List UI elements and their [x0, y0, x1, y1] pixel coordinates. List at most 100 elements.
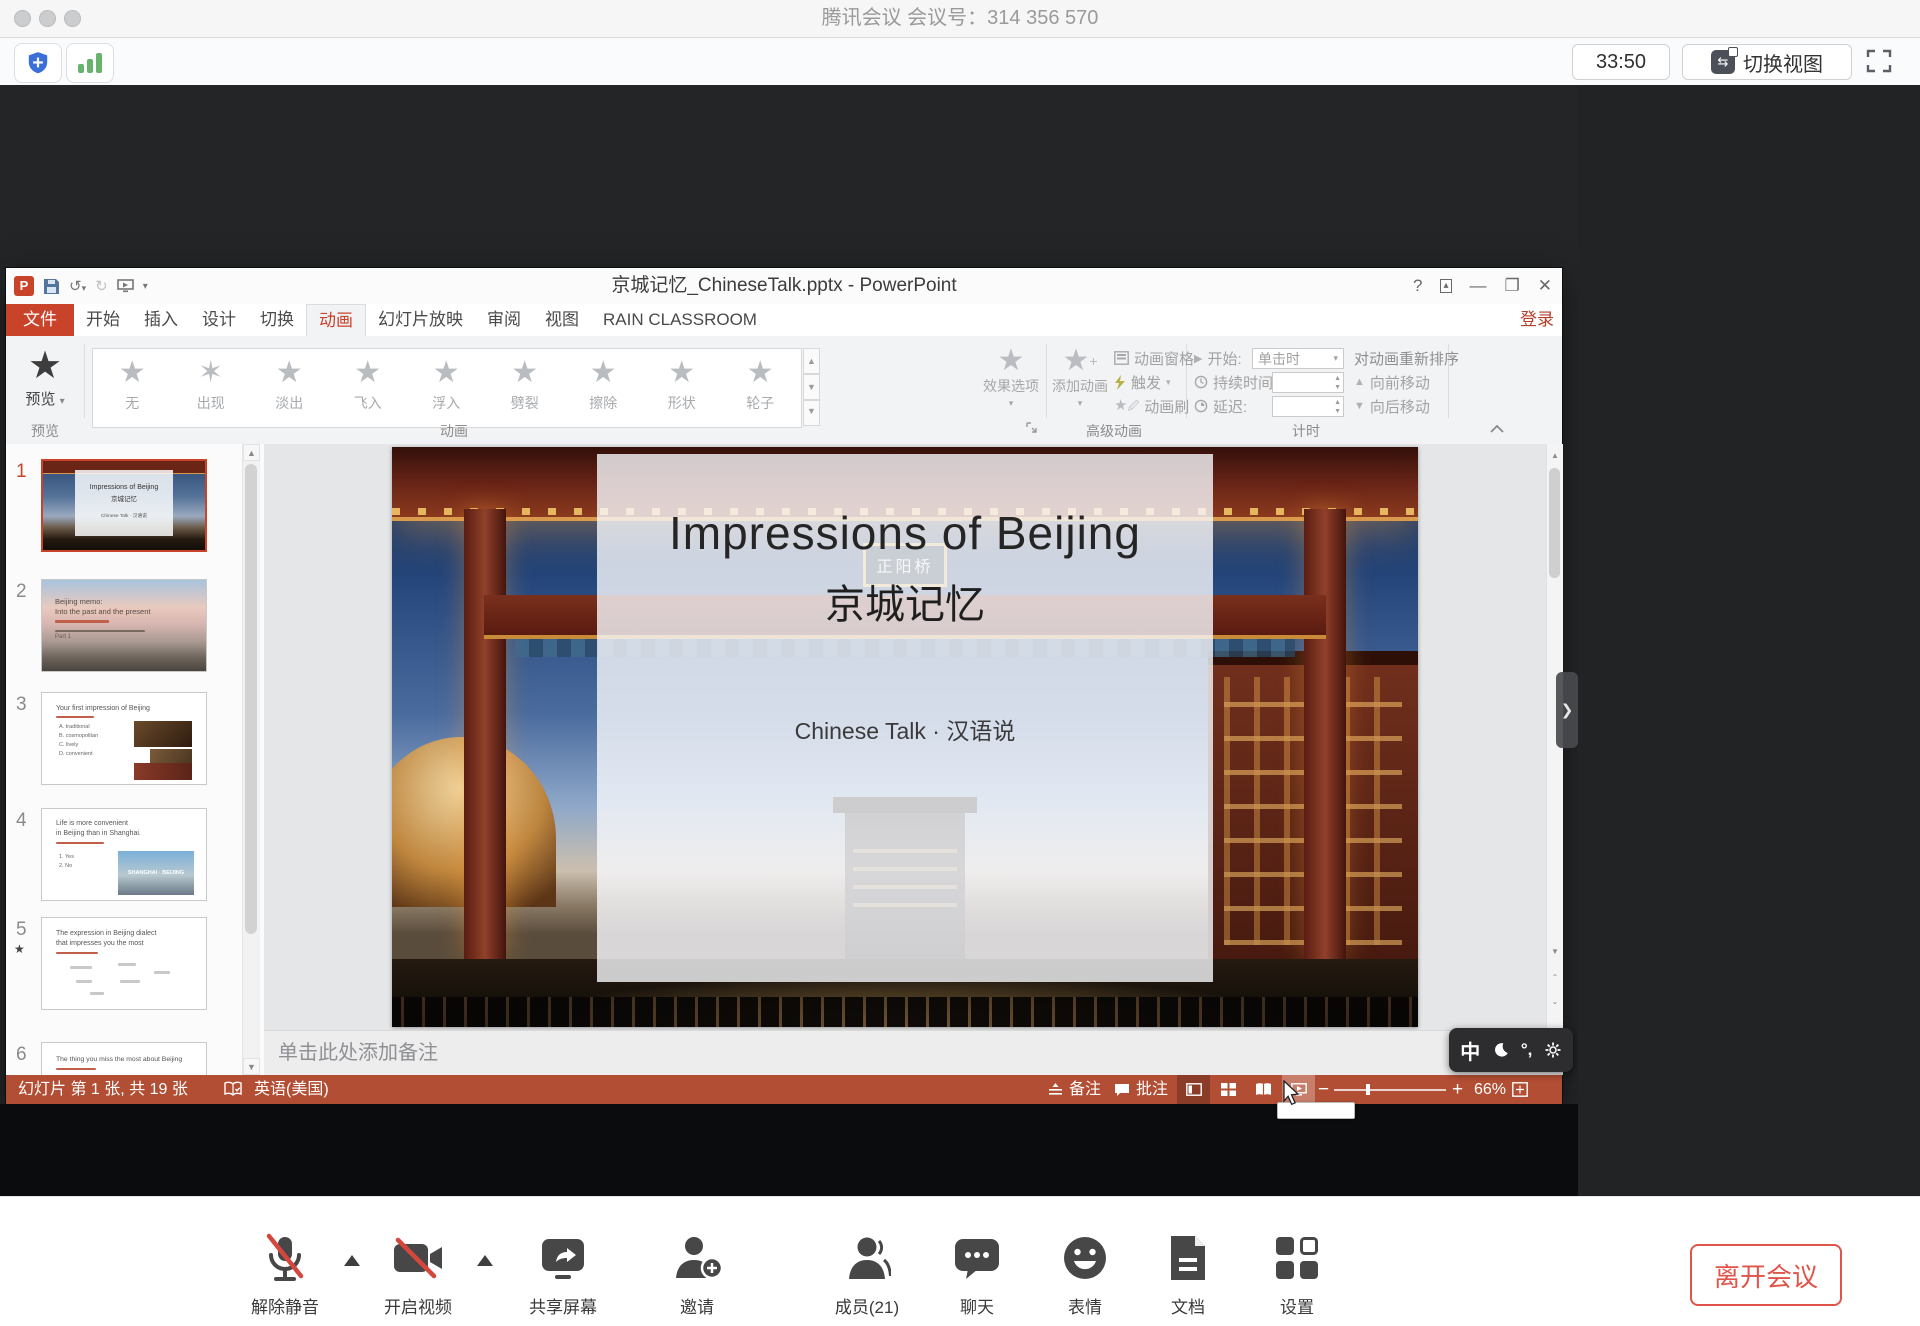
gallery-more-icon[interactable]: ▼ [803, 400, 820, 426]
collapse-ribbon-icon[interactable] [1490, 424, 1504, 433]
tab-home[interactable]: 开始 [74, 304, 132, 336]
titlebar: 腾讯会议 会议号：314 356 570 [0, 0, 1920, 38]
move-later-button[interactable]: ▼向后移动 [1354, 394, 1430, 418]
help-icon[interactable]: ? [1413, 276, 1422, 296]
scroll-up-icon[interactable]: ▲ [243, 444, 260, 461]
unmute-button[interactable]: 解除静音 [220, 1231, 350, 1318]
start-video-button[interactable]: 开启视频 [353, 1231, 483, 1318]
scroll-down-icon[interactable]: ▼ [243, 1058, 260, 1075]
gallery-down-icon[interactable]: ▼ [803, 374, 820, 400]
slide-sorter-view-button[interactable] [1212, 1075, 1245, 1104]
ppt-statusbar: 幻灯片 第 1 张, 共 19 张 英语(美国) 备注 批注 [6, 1075, 1562, 1104]
ppt-menubar: 文件 开始 插入 设计 切换 动画 幻灯片放映 审阅 视图 RAIN CLASS… [6, 304, 1562, 336]
powerpoint-window: P ↺▾ ↻ ▾ 京城记忆_ChineseTalk.pptx - PowerPo… [6, 268, 1562, 1104]
slide-thumbnail-3[interactable]: Your first impression of Beijing A. trad… [41, 692, 207, 785]
zoom-percent[interactable]: 66% [1474, 1075, 1506, 1104]
animation-pane-button[interactable]: 动画窗格 [1114, 346, 1194, 370]
notes-pane[interactable]: 单击此处添加备注 [264, 1030, 1562, 1075]
ime-language-indicator[interactable]: 中 [1460, 1036, 1480, 1065]
minimize-icon[interactable]: — [1470, 276, 1487, 296]
restore-icon[interactable]: ❐ [1505, 276, 1520, 296]
proofing-icon[interactable] [224, 1081, 242, 1097]
duration-spinner[interactable]: ▲▼ [1272, 372, 1344, 393]
normal-view-button[interactable] [1177, 1075, 1210, 1104]
switch-view-button[interactable]: ⇆ 切换视图 [1682, 44, 1852, 80]
gear-icon[interactable] [1544, 1041, 1562, 1059]
sign-in-link[interactable]: 登录 [1520, 304, 1554, 336]
video-options-arrow[interactable] [477, 1255, 493, 1266]
tab-insert[interactable]: 插入 [132, 304, 190, 336]
effect-appear[interactable]: ✶出现 [172, 349, 251, 427]
zoom-slider-thumb[interactable] [1366, 1084, 1370, 1095]
collapse-sidebar-handle[interactable]: ❯ [1556, 672, 1578, 748]
current-slide[interactable]: 正阳桥 Impressions of Beijing 京城记忆 Chinese … [392, 447, 1418, 1027]
zoom-slider-track[interactable] [1334, 1089, 1446, 1091]
zoom-out-icon[interactable]: − [1318, 1075, 1329, 1104]
move-earlier-button[interactable]: ▲向前移动 [1354, 370, 1430, 394]
effect-none[interactable]: ★无 [93, 349, 172, 427]
slide-title-block[interactable]: Impressions of Beijing 京城记忆 Chinese Talk… [597, 454, 1213, 982]
tab-design[interactable]: 设计 [190, 304, 248, 336]
tab-slideshow[interactable]: 幻灯片放映 [366, 304, 475, 336]
animation-painter-button[interactable]: ★🖉 动画刷 [1114, 394, 1189, 418]
dialog-launcher-icon[interactable] [1026, 422, 1037, 433]
gallery-up-icon[interactable]: ▲ [803, 348, 820, 374]
thumb-number-1: 1 [16, 461, 27, 483]
effect-fly-in[interactable]: ★飞入 [329, 349, 408, 427]
meeting-topbar: 33:50 ⇆ 切换视图 [0, 38, 1920, 86]
ime-toolbar[interactable]: 中 °, [1449, 1028, 1573, 1072]
reading-view-button[interactable] [1247, 1075, 1280, 1104]
thumbnail-scrollbar[interactable]: ▲ ▼ [242, 444, 260, 1075]
slide-thumbnail-1[interactable]: Impressions of Beijing 京城记忆 Chinese Talk… [41, 459, 207, 552]
ppt-window-controls: ? ▴ — ❐ ✕ [1413, 268, 1552, 304]
meeting-security-button[interactable] [14, 43, 62, 83]
slide-thumbnail-panel: 1 Impressions of Beijing 京城记忆 Chinese Ta… [6, 444, 265, 1075]
fullscreen-button[interactable] [1862, 46, 1896, 76]
slide-thumbnail-2[interactable]: Beijing memo: Into the past and the pres… [41, 579, 207, 672]
effect-split[interactable]: ★劈裂 [486, 349, 565, 427]
comments-toggle[interactable]: 批注 [1114, 1075, 1168, 1104]
trigger-button[interactable]: 触发▾ [1114, 370, 1171, 394]
slide-photo-pillar [464, 509, 506, 959]
tab-transitions[interactable]: 切换 [248, 304, 306, 336]
network-quality-button[interactable] [66, 43, 114, 83]
tab-view[interactable]: 视图 [533, 304, 591, 336]
switch-view-label: 切换视图 [1743, 48, 1823, 77]
next-slide-icon[interactable]: ⌄ [1547, 992, 1563, 1012]
zoom-in-icon[interactable]: + [1452, 1075, 1463, 1104]
settings-button[interactable]: 设置 [1232, 1231, 1362, 1318]
tab-review[interactable]: 审阅 [475, 304, 533, 336]
previous-slide-icon[interactable]: ⌃ [1547, 968, 1563, 988]
fit-slide-icon[interactable] [1512, 1082, 1528, 1097]
ribbon-display-icon[interactable]: ▴ [1440, 279, 1451, 293]
settings-grid-icon [1274, 1235, 1320, 1281]
slide-thumbnail-6[interactable]: The thing you miss the most about Beijin… [41, 1042, 207, 1075]
scroll-up-icon[interactable]: ▲ [1547, 446, 1563, 466]
share-screen-icon [538, 1235, 588, 1281]
preview-button[interactable]: ★ 预览 ▾ [14, 344, 76, 432]
effect-wheel[interactable]: ★轮子 [721, 349, 800, 427]
effect-float-in[interactable]: ★浮入 [407, 349, 486, 427]
delay-spinner[interactable]: ▲▼ [1272, 396, 1344, 417]
language-status[interactable]: 英语(美国) [254, 1075, 329, 1104]
start-dropdown[interactable]: 单击时▾ [1252, 348, 1344, 369]
punctuation-mode-icon[interactable]: °, [1521, 1040, 1533, 1060]
moon-icon[interactable] [1492, 1041, 1510, 1059]
comment-icon [1114, 1083, 1130, 1097]
scroll-down-icon[interactable]: ▼ [1547, 942, 1563, 962]
slide-thumbnail-4[interactable]: Life is more convenient in Beijing than … [41, 808, 207, 901]
ppt-ribbon: ★ 预览 ▾ ★无 ✶出现 ★淡出 ★飞入 ★浮入 ★劈裂 ★擦除 ★形状 ★轮… [6, 336, 1562, 445]
tab-file[interactable]: 文件 [6, 304, 74, 336]
share-screen-button[interactable]: 共享屏幕 [498, 1231, 628, 1318]
slide-thumbnail-5[interactable]: The expression in Beijing dialect that i… [41, 917, 207, 1010]
tab-animations[interactable]: 动画 [306, 304, 366, 336]
effect-shape[interactable]: ★形状 [643, 349, 722, 427]
effect-wipe[interactable]: ★擦除 [564, 349, 643, 427]
leave-meeting-button[interactable]: 离开会议 [1690, 1244, 1842, 1306]
slide-scrollbar[interactable]: ▲ ▼ ⌃ ⌄ [1546, 444, 1563, 1075]
effect-fade[interactable]: ★淡出 [250, 349, 329, 427]
tab-rain-classroom[interactable]: RAIN CLASSROOM [591, 304, 769, 336]
invite-button[interactable]: 邀请 [632, 1231, 762, 1318]
notes-toggle[interactable]: 备注 [1048, 1075, 1101, 1104]
close-icon[interactable]: ✕ [1538, 276, 1552, 296]
